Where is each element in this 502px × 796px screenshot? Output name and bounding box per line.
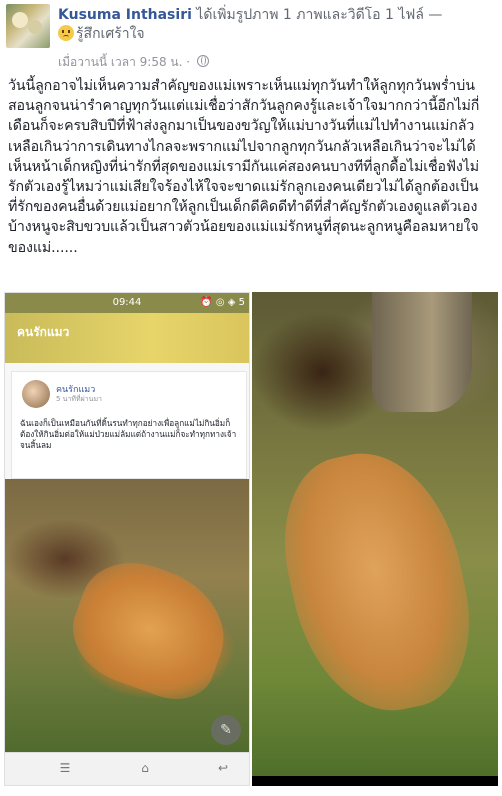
- post-body-text: วันนี้ลูกอาจไม่เห็นความสำคัญของแม่เพราะเ…: [8, 78, 480, 256]
- post-timestamp[interactable]: เมื่อวานนี้ เวลา 9:58 น. ·: [58, 55, 190, 69]
- author-name[interactable]: Kusuma Inthasiri: [58, 7, 192, 23]
- shared-avatar: [22, 380, 50, 408]
- app-title: คนรักแมว: [17, 325, 70, 339]
- edit-fab-icon: ✎: [211, 715, 241, 745]
- shared-post-text: ฉันเองก็เป็นเหมือนกันที่ดิ้นรนทำทุกอย่าง…: [20, 418, 237, 450]
- post-action-text: ได้เพิ่มรูปภาพ 1 ภาพและวิดีโอ 1 ไฟล์ —: [196, 7, 443, 23]
- menu-icon: ☰: [59, 761, 71, 775]
- facebook-post: Kusuma Inthasiri ได้เพิ่มรูปภาพ 1 ภาพและ…: [0, 0, 502, 796]
- phone-status-bar: 09:44 ⏰ ◎ ◈ 5: [5, 293, 249, 313]
- post-media: 09:44 ⏰ ◎ ◈ 5 คนรักแมว คนรักแมว 5 นาทีที…: [0, 292, 502, 796]
- shared-post-card: คนรักแมว 5 นาทีที่ผ่านมา ฉันเองก็เป็นเหม…: [11, 371, 247, 479]
- status-icons: ⏰ ◎ ◈ 5: [200, 297, 245, 308]
- author-line: Kusuma Inthasiri ได้เพิ่มรูปภาพ 1 ภาพและ…: [58, 6, 442, 24]
- globe-icon[interactable]: [196, 55, 209, 67]
- home-icon: ⌂: [141, 761, 149, 775]
- post-header: Kusuma Inthasiri ได้เพิ่มรูปภาพ 1 ภาพและ…: [6, 4, 496, 74]
- tree-trunk: [372, 292, 472, 412]
- shared-screenshot-photo[interactable]: 09:44 ⏰ ◎ ◈ 5 คนรักแมว คนรักแมว 5 นาทีที…: [4, 292, 250, 786]
- post-video[interactable]: [252, 292, 498, 786]
- video-frame: [252, 292, 498, 776]
- dog-figure: [266, 437, 488, 727]
- back-icon: ↩: [217, 761, 229, 775]
- post-meta: เมื่อวานนี้ เวลา 9:58 น. ·: [58, 54, 209, 70]
- dog-photo: [5, 479, 249, 755]
- feeling-line: รู้สึกเศร้าใจ: [58, 25, 145, 43]
- status-battery-text: 5: [238, 297, 245, 308]
- video-bottom-bar: [252, 776, 498, 786]
- dog-figure: [59, 546, 241, 712]
- sad-face-icon: [58, 25, 74, 41]
- feeling-text[interactable]: รู้สึกเศร้าใจ: [76, 26, 145, 42]
- author-avatar[interactable]: [6, 4, 50, 48]
- shared-post-time: 5 นาทีที่ผ่านมา: [56, 395, 102, 403]
- phone-nav-bar: ☰ ⌂ ↩: [5, 752, 249, 785]
